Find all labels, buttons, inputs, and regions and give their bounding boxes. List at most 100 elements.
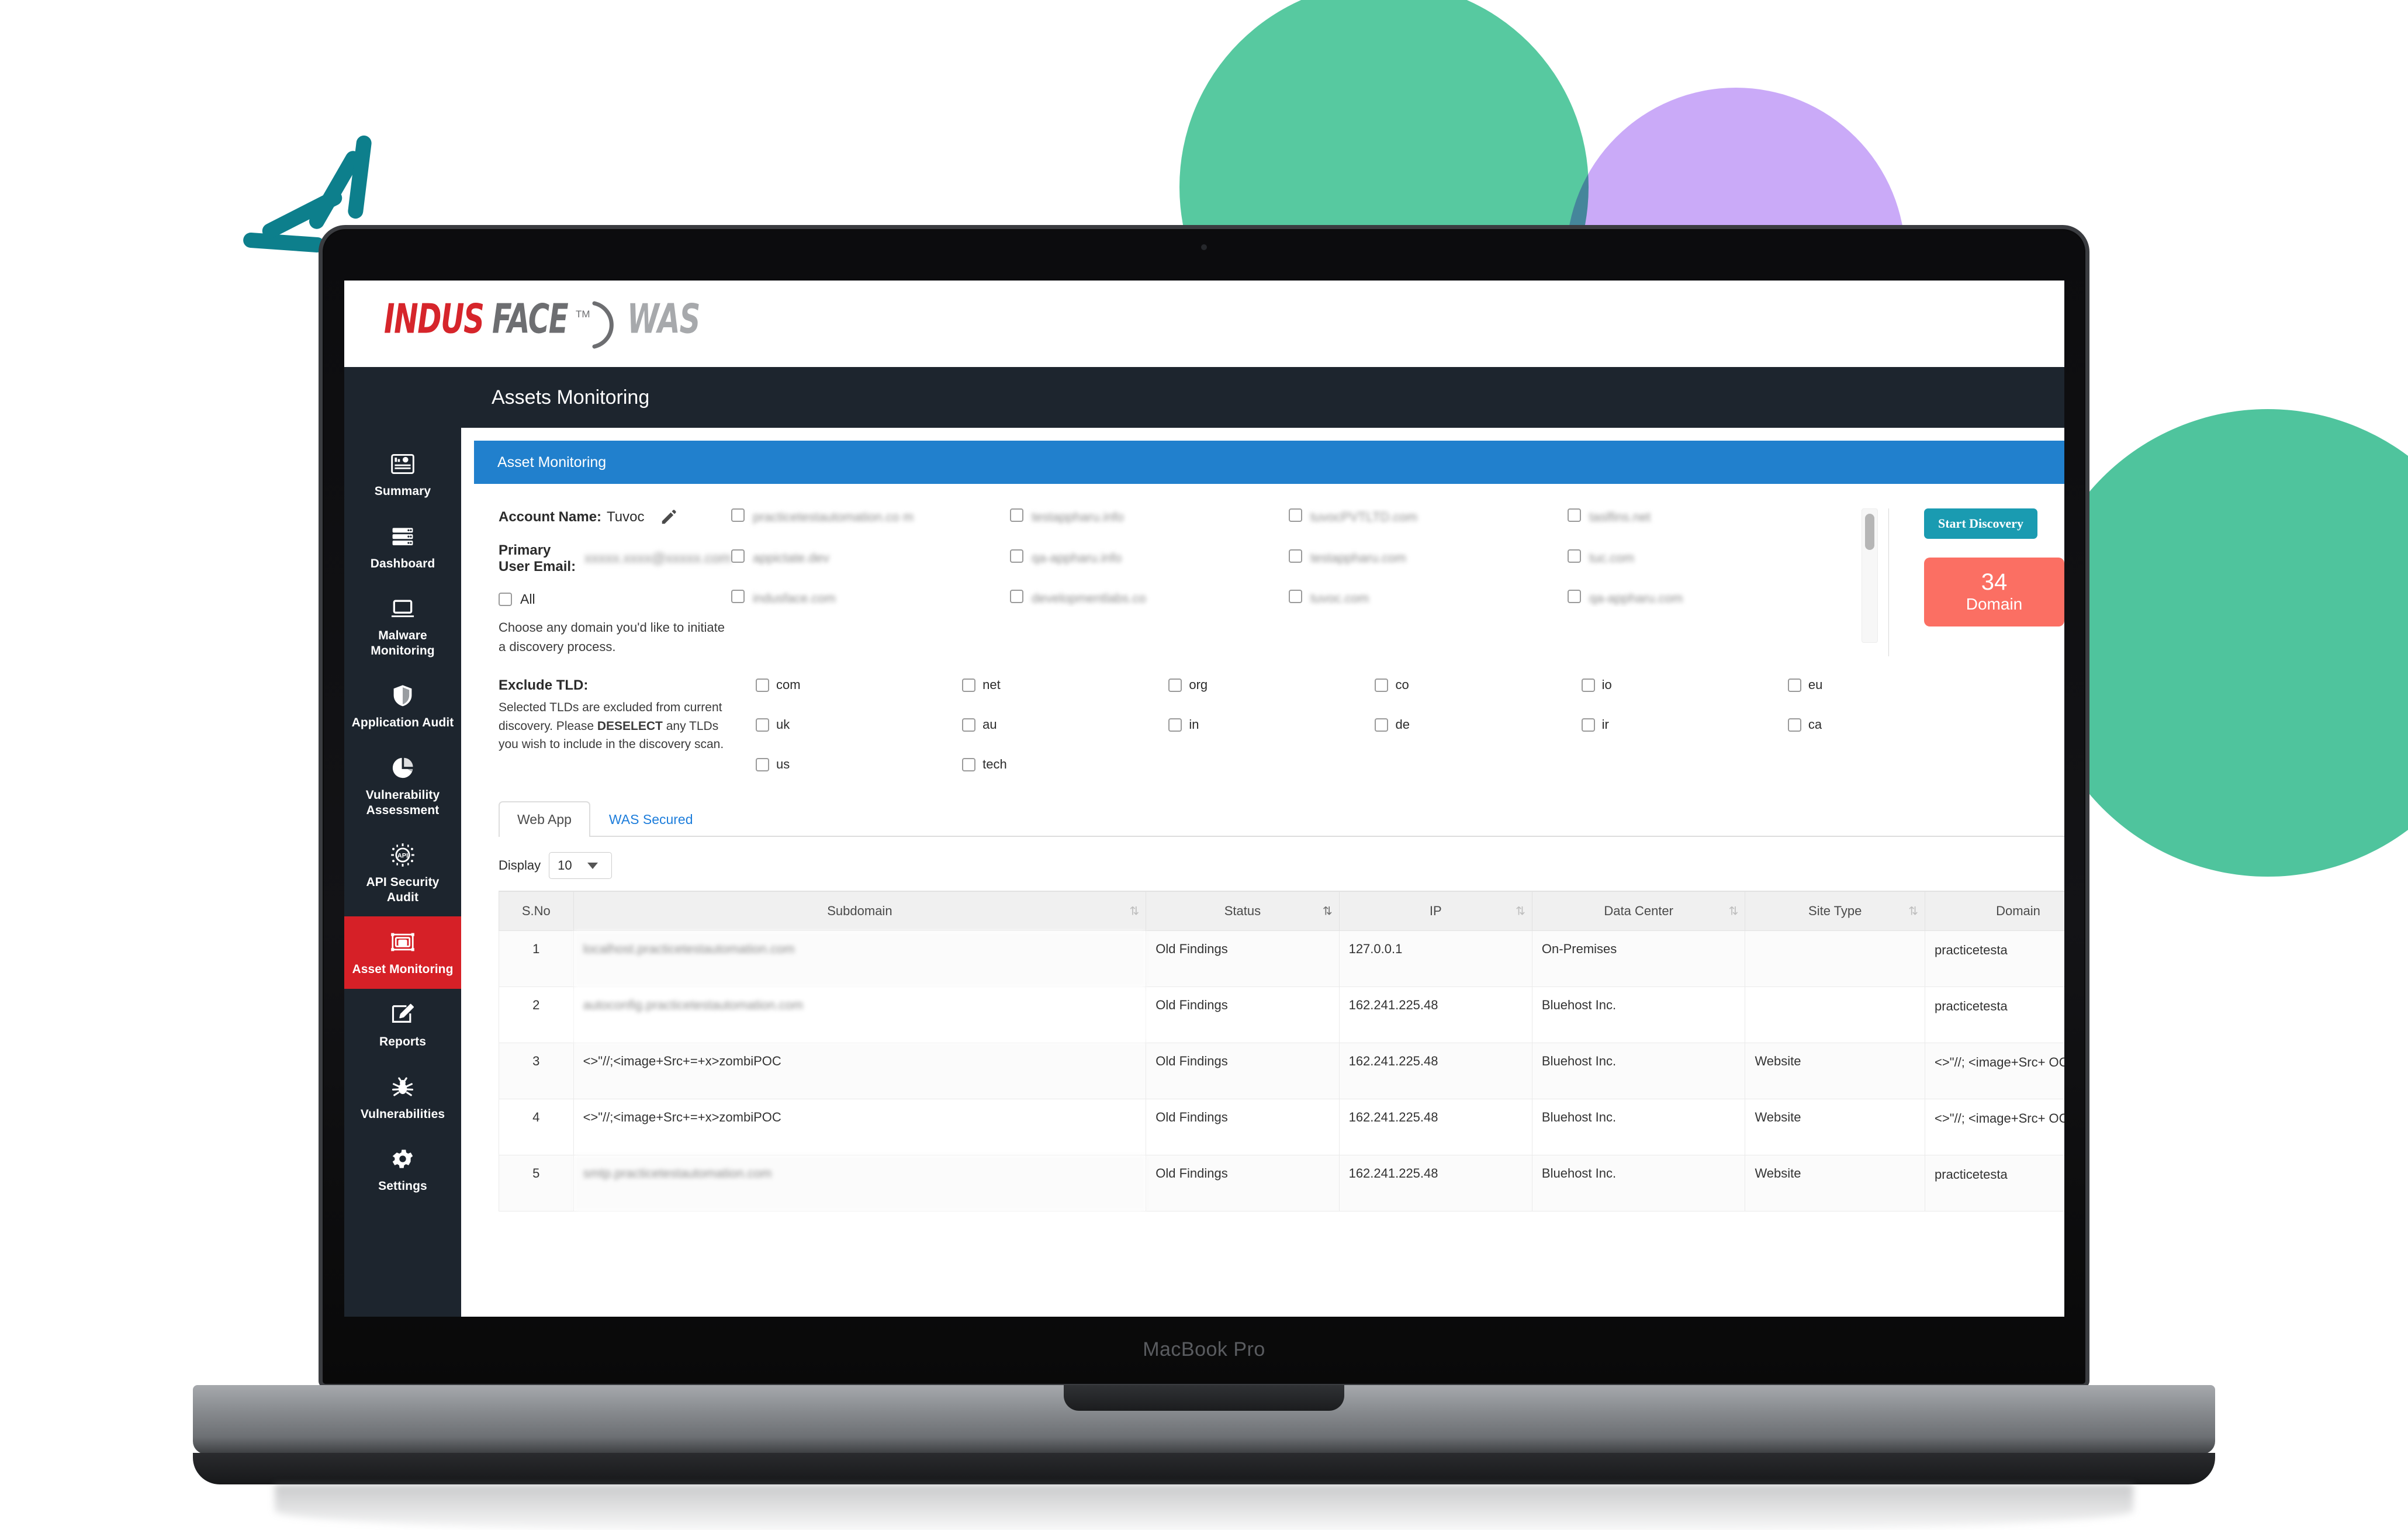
domain-checkbox[interactable] xyxy=(731,590,745,604)
sort-icon[interactable]: ⇅ xyxy=(1129,904,1139,919)
tld-checkbox-item[interactable]: uk xyxy=(756,717,962,732)
tld-checkbox-item[interactable]: tech xyxy=(962,757,1168,772)
tld-checkbox[interactable] xyxy=(1581,678,1595,692)
scrollbar-thumb[interactable] xyxy=(1865,514,1874,550)
tld-checkbox-item[interactable]: de xyxy=(1375,717,1581,732)
kpi-column: Start Discovery 34 Domain xyxy=(1889,508,2064,656)
sidebar-item-vulnerabilities[interactable]: Vulnerabilities xyxy=(344,1061,461,1134)
sidebar-item-reports[interactable]: Reports xyxy=(344,989,461,1061)
exclude-tld-description: Selected TLDs are excluded from current … xyxy=(499,698,732,754)
domain-checkbox-item[interactable]: indusface.com xyxy=(731,590,1001,607)
exclude-tld-title: Exclude TLD: xyxy=(499,677,589,693)
sort-icon[interactable]: ⇅ xyxy=(1516,904,1525,919)
tld-checkbox[interactable] xyxy=(1168,678,1182,692)
domain-checkbox[interactable] xyxy=(1289,549,1302,563)
exclude-tld-grid: com net org co io eu uk au in de ir ca u… xyxy=(756,677,2064,772)
domain-checkbox[interactable] xyxy=(1010,549,1023,563)
column-header-status[interactable]: Status ⇅ xyxy=(1146,891,1340,931)
domain-checkbox-item[interactable]: tuc.com xyxy=(1568,549,1837,567)
domain-checkbox-item[interactable]: tuvoc.com xyxy=(1289,590,1558,607)
domain-checkbox-item[interactable]: qa-appharu.info xyxy=(1010,549,1279,567)
tab-was-secured[interactable]: WAS Secured xyxy=(590,801,712,837)
tld-checkbox-item[interactable]: net xyxy=(962,677,1168,693)
page-title: Assets Monitoring xyxy=(492,386,650,409)
domain-checkbox[interactable] xyxy=(1568,590,1581,604)
tld-checkbox-item[interactable]: org xyxy=(1168,677,1375,693)
tld-checkbox-item[interactable]: ir xyxy=(1581,717,1788,732)
sidebar-item-settings[interactable]: Settings xyxy=(344,1133,461,1206)
start-discovery-button[interactable]: Start Discovery xyxy=(1924,508,2038,539)
display-length-value: 10 xyxy=(558,858,572,873)
indusface-was-logo[interactable]: INDUS FACE TM WAS xyxy=(384,295,707,350)
tld-checkbox[interactable] xyxy=(1375,678,1389,692)
table-row[interactable]: 2 autoconfig.practicetestautomation.com … xyxy=(499,986,2064,1043)
tld-checkbox-item[interactable]: io xyxy=(1581,677,1788,693)
sort-icon-active[interactable]: ⇅ xyxy=(1323,904,1333,919)
tld-checkbox[interactable] xyxy=(756,757,769,771)
domain-checkbox[interactable] xyxy=(1010,590,1023,604)
tld-checkbox-item[interactable]: in xyxy=(1168,717,1375,732)
sidebar-item-asset-monitoring[interactable]: Asset Monitoring xyxy=(344,916,461,989)
column-header-ip[interactable]: IP ⇅ xyxy=(1338,891,1532,931)
tld-checkbox[interactable] xyxy=(1375,718,1389,732)
tld-checkbox[interactable] xyxy=(962,757,976,771)
tld-checkbox-item[interactable]: au xyxy=(962,717,1168,732)
tld-checkbox[interactable] xyxy=(1787,718,1801,732)
tld-checkbox[interactable] xyxy=(962,718,976,732)
sidebar-item-malware-monitoring[interactable]: Malware Monitoring xyxy=(344,583,461,670)
edit-pencil-icon[interactable] xyxy=(660,508,677,526)
column-header-data-center[interactable]: Data Center ⇅ xyxy=(1531,891,1746,931)
tld-checkbox-item[interactable]: co xyxy=(1375,677,1581,693)
column-header-domain[interactable]: Domain xyxy=(1925,891,2064,931)
tld-checkbox-item[interactable]: com xyxy=(756,677,962,693)
sidebar-item-summary[interactable]: Summary xyxy=(344,438,461,511)
column-header-subdomain[interactable]: Subdomain ⇅ xyxy=(573,891,1147,931)
sort-icon[interactable]: ⇅ xyxy=(1729,904,1739,919)
tld-label: io xyxy=(1601,677,1612,692)
laptop-chin: MacBook Pro xyxy=(323,1315,2085,1384)
domain-list-scrollbar[interactable] xyxy=(1862,508,1878,643)
account-name-value: Tuvoc xyxy=(607,509,645,525)
tld-checkbox[interactable] xyxy=(1787,678,1801,692)
sidebar-item-application-audit[interactable]: Application Audit xyxy=(344,670,461,742)
sidebar-item-dashboard[interactable]: Dashboard xyxy=(344,511,461,583)
checkbox-all[interactable] xyxy=(499,593,512,606)
select-all-domains-row[interactable]: All xyxy=(499,591,731,607)
domain-checkbox[interactable] xyxy=(1289,590,1302,604)
column-header-sno[interactable]: S.No xyxy=(499,891,574,931)
domain-checkbox[interactable] xyxy=(731,508,745,522)
domain-checkbox-item[interactable]: practicetestautomation.co m xyxy=(731,508,1001,526)
column-header-site-type[interactable]: Site Type ⇅ xyxy=(1745,891,1925,931)
domain-checkbox-item[interactable]: testappharu.info xyxy=(1010,508,1279,526)
display-length-select[interactable]: 10 xyxy=(549,852,613,879)
cell-sno: 2 xyxy=(499,986,574,1043)
domain-checkbox-item[interactable]: qa-appharu.com xyxy=(1568,590,1837,607)
tld-checkbox-item[interactable]: us xyxy=(756,757,962,772)
sort-icon[interactable]: ⇅ xyxy=(1908,904,1918,919)
domain-checkbox[interactable] xyxy=(1010,508,1023,522)
table-row[interactable]: 3 <>"//;<image+Src+=+x>zombiPOC Old Find… xyxy=(499,1043,2064,1099)
domain-checkbox[interactable] xyxy=(1568,508,1581,522)
table-row[interactable]: 4 <>"//;<image+Src+=+x>zombiPOC Old Find… xyxy=(499,1099,2064,1155)
sidebar-item-api-security-audit[interactable]: API API Security Audit xyxy=(344,829,461,916)
domain-checkbox[interactable] xyxy=(731,549,745,563)
tld-checkbox[interactable] xyxy=(962,678,976,692)
tld-checkbox[interactable] xyxy=(756,718,769,732)
table-row[interactable]: 1 localhost.practicetestautomation.com O… xyxy=(499,930,2064,987)
tld-checkbox-item[interactable]: ca xyxy=(1787,717,1994,732)
domain-checkbox-item[interactable]: taslfins.net xyxy=(1568,508,1837,526)
tld-checkbox[interactable] xyxy=(756,678,769,692)
sidebar-item-vulnerability-assessment[interactable]: Vulnerability Assessment xyxy=(344,742,461,829)
tld-checkbox[interactable] xyxy=(1168,718,1182,732)
domain-checkbox[interactable] xyxy=(1289,508,1302,522)
table-row[interactable]: 5 smtp.practicetestautomation.com Old Fi… xyxy=(499,1155,2064,1211)
tld-checkbox[interactable] xyxy=(1581,718,1595,732)
domain-checkbox[interactable] xyxy=(1568,549,1581,563)
domain-label: practicetestautomation.co m xyxy=(753,510,914,524)
domain-checkbox-item[interactable]: testappharu.com xyxy=(1289,549,1558,567)
tab-web-app[interactable]: Web App xyxy=(499,801,590,837)
tld-checkbox-item[interactable]: eu xyxy=(1787,677,1994,693)
domain-checkbox-item[interactable]: developmentlabs.co xyxy=(1010,590,1279,607)
domain-checkbox-item[interactable]: appictate.dev xyxy=(731,549,1001,567)
domain-checkbox-item[interactable]: tuvocPVTLTD.com xyxy=(1289,508,1558,526)
